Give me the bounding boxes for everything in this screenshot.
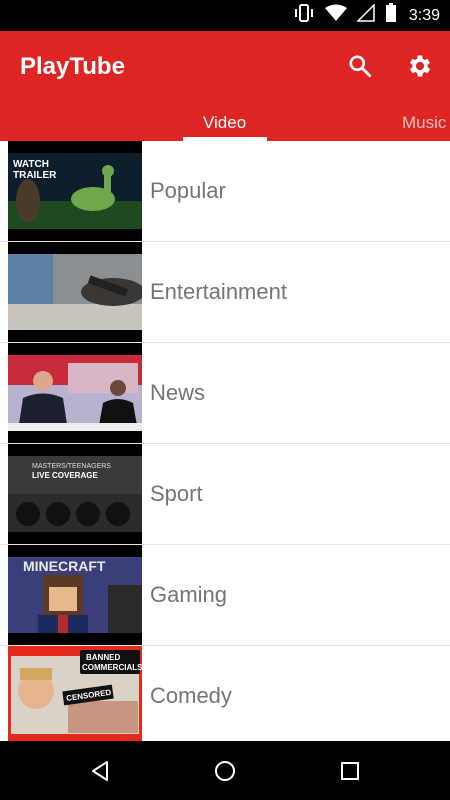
recent-apps-button[interactable] — [334, 755, 366, 787]
list-item-news[interactable]: News — [0, 343, 450, 444]
list-item-popular[interactable]: WATCH TRAILER Popular — [0, 141, 450, 242]
battery-icon — [385, 3, 397, 28]
app-title: PlayTube — [20, 53, 125, 80]
category-label: Popular — [150, 178, 226, 203]
signal-icon — [356, 3, 375, 27]
tab-video[interactable]: Video — [203, 113, 246, 133]
search-button[interactable] — [345, 51, 375, 81]
thumb-text-live: LIVE COVERAGE — [32, 471, 98, 480]
status-bar: 3:39 — [0, 0, 450, 31]
category-label: Gaming — [150, 582, 228, 607]
home-button[interactable] — [209, 755, 241, 787]
list-item-gaming[interactable]: MINECRAFT Gaming — [0, 545, 450, 646]
thumb-text-commercials: COMMERCIALS! — [82, 663, 142, 672]
status-icons: 3:39 — [293, 0, 440, 31]
category-label: Sport — [150, 481, 203, 506]
thumbnail-gaming: MINECRAFT — [8, 545, 142, 645]
category-label: Comedy — [150, 683, 232, 708]
category-label: News — [150, 380, 206, 405]
list-item-entertainment[interactable]: Entertainment — [0, 242, 450, 343]
tab-bar: Video Music — [0, 101, 450, 141]
settings-button[interactable] — [405, 51, 435, 81]
app-bar: PlayTube — [0, 31, 450, 101]
status-time: 3:39 — [408, 6, 440, 24]
category-label: Entertainment — [150, 279, 287, 304]
back-icon — [92, 761, 108, 781]
vibrate-icon — [293, 4, 315, 27]
thumbnail-popular: WATCH TRAILER — [8, 141, 142, 241]
thumbnail-news — [8, 343, 142, 443]
list-item-comedy[interactable]: BANNED COMMERCIALS! CENSORED Comedy — [0, 646, 450, 741]
home-icon — [215, 761, 235, 781]
wifi-icon — [324, 4, 347, 27]
search-icon — [349, 55, 372, 78]
thumbnail-entertainment — [8, 242, 142, 342]
list-item-sport[interactable]: MASTERS/TEENAGERS LIVE COVERAGE Sport — [0, 444, 450, 545]
back-button[interactable] — [84, 755, 116, 787]
recent-apps-icon — [341, 762, 359, 780]
thumbnail-comedy: BANNED COMMERCIALS! CENSORED — [8, 646, 142, 741]
thumb-text-banned: BANNED — [86, 653, 120, 662]
thumb-text-minecraft: MINECRAFT — [23, 558, 106, 574]
navigation-bar — [0, 741, 450, 800]
category-list: WATCH TRAILER Popular Entertainment News… — [0, 141, 450, 741]
thumb-text-watch: WATCH — [13, 159, 49, 170]
thumb-text-masters: MASTERS/TEENAGERS — [32, 463, 111, 470]
thumbnail-sport: MASTERS/TEENAGERS LIVE COVERAGE — [8, 444, 142, 544]
gear-icon — [409, 55, 431, 77]
thumb-text-trailer: TRAILER — [13, 170, 57, 181]
tab-music[interactable]: Music — [402, 113, 446, 133]
